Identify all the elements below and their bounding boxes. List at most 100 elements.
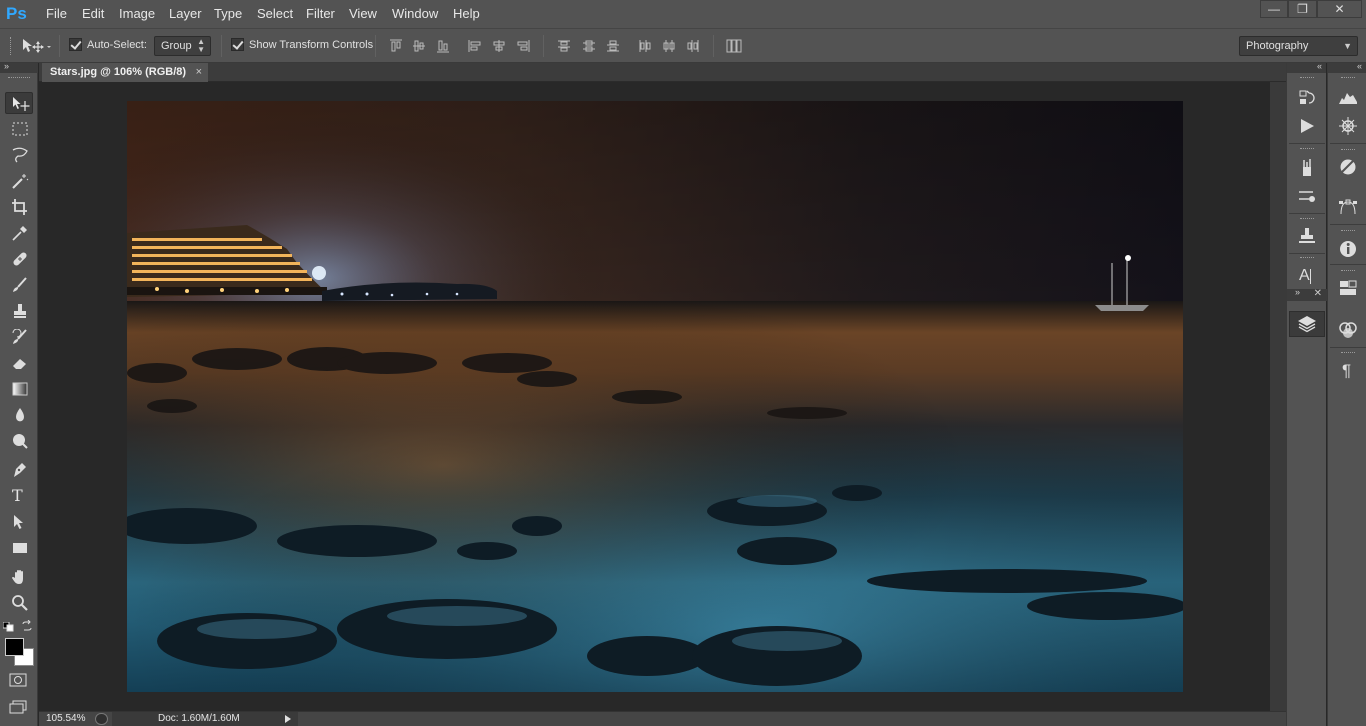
lasso-tool[interactable] bbox=[5, 144, 33, 166]
navigator-icon[interactable] bbox=[1338, 116, 1358, 136]
dock2-header[interactable]: « bbox=[1328, 61, 1366, 73]
tools-grip[interactable] bbox=[8, 77, 30, 79]
distribute-horizontal-centers-icon[interactable] bbox=[662, 39, 676, 53]
path-selection-tool[interactable] bbox=[5, 511, 33, 533]
tools-panel-header[interactable]: » bbox=[0, 61, 38, 73]
menu-select[interactable]: Select bbox=[257, 6, 293, 21]
dock1-grip-2[interactable] bbox=[1300, 148, 1314, 150]
foreground-color-swatch[interactable] bbox=[5, 638, 24, 656]
gradient-tool[interactable] bbox=[5, 378, 33, 400]
restore-button[interactable]: ❐ bbox=[1288, 0, 1317, 18]
dock2-grip[interactable] bbox=[1341, 77, 1355, 79]
default-colors-icon[interactable] bbox=[2, 621, 15, 632]
distribute-right-edges-icon[interactable] bbox=[686, 39, 700, 53]
swap-colors-icon[interactable] bbox=[21, 619, 33, 632]
clone-source-icon[interactable] bbox=[1297, 226, 1317, 246]
menu-file[interactable]: File bbox=[46, 6, 67, 21]
distribute-bottom-edges-icon[interactable] bbox=[606, 39, 620, 53]
dock1-grip-4[interactable] bbox=[1300, 257, 1314, 259]
menu-window[interactable]: Window bbox=[392, 6, 438, 21]
align-left-edges-icon[interactable] bbox=[468, 39, 482, 53]
minimize-button[interactable]: — bbox=[1260, 0, 1288, 18]
dock2-grip-3[interactable] bbox=[1341, 230, 1355, 232]
history-brush-tool[interactable] bbox=[5, 326, 33, 348]
status-menu-arrow-icon[interactable] bbox=[285, 715, 291, 723]
options-bar: Auto-Select: Group ▲ ▼ Show Transform Con… bbox=[0, 28, 1366, 63]
status-info-icon[interactable] bbox=[95, 713, 108, 725]
menu-layer[interactable]: Layer bbox=[169, 6, 202, 21]
character-styles-icon[interactable]: A bbox=[1297, 267, 1317, 287]
auto-select-checkbox[interactable] bbox=[69, 38, 82, 51]
paragraph-icon[interactable]: ¶ bbox=[1338, 361, 1358, 381]
options-bar-grip[interactable] bbox=[10, 37, 14, 55]
brush-tool[interactable] bbox=[5, 274, 33, 296]
workspace-dropdown[interactable]: Photography ▼ bbox=[1239, 36, 1358, 56]
eraser-tool[interactable] bbox=[5, 352, 33, 374]
zoom-tool[interactable] bbox=[5, 592, 33, 614]
info-icon[interactable] bbox=[1338, 239, 1358, 259]
menu-filter[interactable]: Filter bbox=[306, 6, 335, 21]
document-area: Stars.jpg @ 106% (RGB/8) × 105.54% Doc: … bbox=[39, 63, 1286, 726]
show-transform-checkbox[interactable] bbox=[231, 38, 244, 51]
quick-mask-icon[interactable] bbox=[9, 673, 27, 690]
adjustments-icon[interactable] bbox=[1338, 157, 1358, 177]
document-tab[interactable]: Stars.jpg @ 106% (RGB/8) × bbox=[42, 63, 208, 82]
move-tool-preset-icon[interactable] bbox=[22, 38, 52, 57]
paths-icon[interactable] bbox=[1338, 198, 1358, 218]
clone-stamp-tool[interactable] bbox=[5, 300, 33, 322]
close-button[interactable]: ✕ bbox=[1317, 0, 1362, 18]
chevron-down-icon: ▼ bbox=[1343, 41, 1352, 51]
distribute-top-edges-icon[interactable] bbox=[557, 39, 571, 53]
layers-icon[interactable] bbox=[1289, 311, 1325, 337]
move-tool[interactable] bbox=[5, 92, 33, 114]
layers-group-header[interactable]: » ✕ bbox=[1287, 287, 1327, 301]
image-canvas[interactable] bbox=[127, 101, 1183, 692]
histogram-icon[interactable] bbox=[1338, 88, 1358, 108]
tool-presets-icon[interactable] bbox=[1297, 186, 1317, 206]
auto-select-mode-dropdown[interactable]: Group ▲ ▼ bbox=[154, 36, 211, 56]
dock2-grip-5[interactable] bbox=[1341, 352, 1355, 354]
align-top-edges-icon[interactable] bbox=[389, 39, 403, 53]
distribute-left-edges-icon[interactable] bbox=[638, 39, 652, 53]
close-tab-icon[interactable]: × bbox=[196, 63, 202, 82]
blur-tool[interactable] bbox=[5, 404, 33, 426]
menu-type[interactable]: Type bbox=[214, 6, 242, 21]
document-tab-bar: Stars.jpg @ 106% (RGB/8) × bbox=[39, 63, 1286, 82]
pen-tool[interactable] bbox=[5, 459, 33, 481]
menu-bar: Ps File Edit Image Layer Type Select Fil… bbox=[0, 0, 1366, 28]
dock1-grip-3[interactable] bbox=[1300, 218, 1314, 220]
document-tab-title: Stars.jpg @ 106% (RGB/8) bbox=[50, 66, 187, 78]
vertical-scrollbar[interactable] bbox=[1270, 82, 1286, 711]
menu-help[interactable]: Help bbox=[453, 6, 480, 21]
dock1-grip[interactable] bbox=[1300, 77, 1314, 79]
align-vertical-centers-icon[interactable] bbox=[412, 39, 426, 53]
screen-mode-icon[interactable] bbox=[9, 700, 27, 717]
rectangle-tool[interactable] bbox=[5, 537, 33, 559]
zoom-level[interactable]: 105.54% bbox=[46, 713, 85, 724]
align-right-edges-icon[interactable] bbox=[516, 39, 530, 53]
distribute-vertical-centers-icon[interactable] bbox=[582, 39, 596, 53]
close-panel-icon[interactable]: ✕ bbox=[1314, 288, 1322, 299]
auto-align-layers-icon[interactable] bbox=[726, 39, 742, 53]
eyedropper-tool[interactable] bbox=[5, 222, 33, 244]
brush-presets-icon[interactable] bbox=[1297, 158, 1317, 178]
history-icon[interactable] bbox=[1297, 88, 1317, 108]
crop-tool[interactable] bbox=[5, 196, 33, 218]
dock2-grip-2[interactable] bbox=[1341, 149, 1355, 151]
type-tool[interactable]: T bbox=[5, 485, 33, 507]
align-bottom-edges-icon[interactable] bbox=[436, 39, 450, 53]
marquee-tool[interactable] bbox=[5, 118, 33, 140]
hand-tool[interactable] bbox=[5, 566, 33, 588]
properties-icon[interactable] bbox=[1338, 278, 1358, 298]
actions-icon[interactable] bbox=[1297, 116, 1317, 136]
channels-icon[interactable] bbox=[1338, 320, 1358, 340]
dock1-header[interactable]: « bbox=[1287, 61, 1326, 73]
menu-view[interactable]: View bbox=[349, 6, 377, 21]
menu-image[interactable]: Image bbox=[119, 6, 155, 21]
dodge-tool[interactable] bbox=[5, 430, 33, 452]
dock2-grip-4[interactable] bbox=[1341, 270, 1355, 272]
healing-brush-tool[interactable] bbox=[5, 248, 33, 270]
magic-wand-tool[interactable] bbox=[5, 170, 33, 192]
menu-edit[interactable]: Edit bbox=[82, 6, 104, 21]
align-horizontal-centers-icon[interactable] bbox=[492, 39, 506, 53]
